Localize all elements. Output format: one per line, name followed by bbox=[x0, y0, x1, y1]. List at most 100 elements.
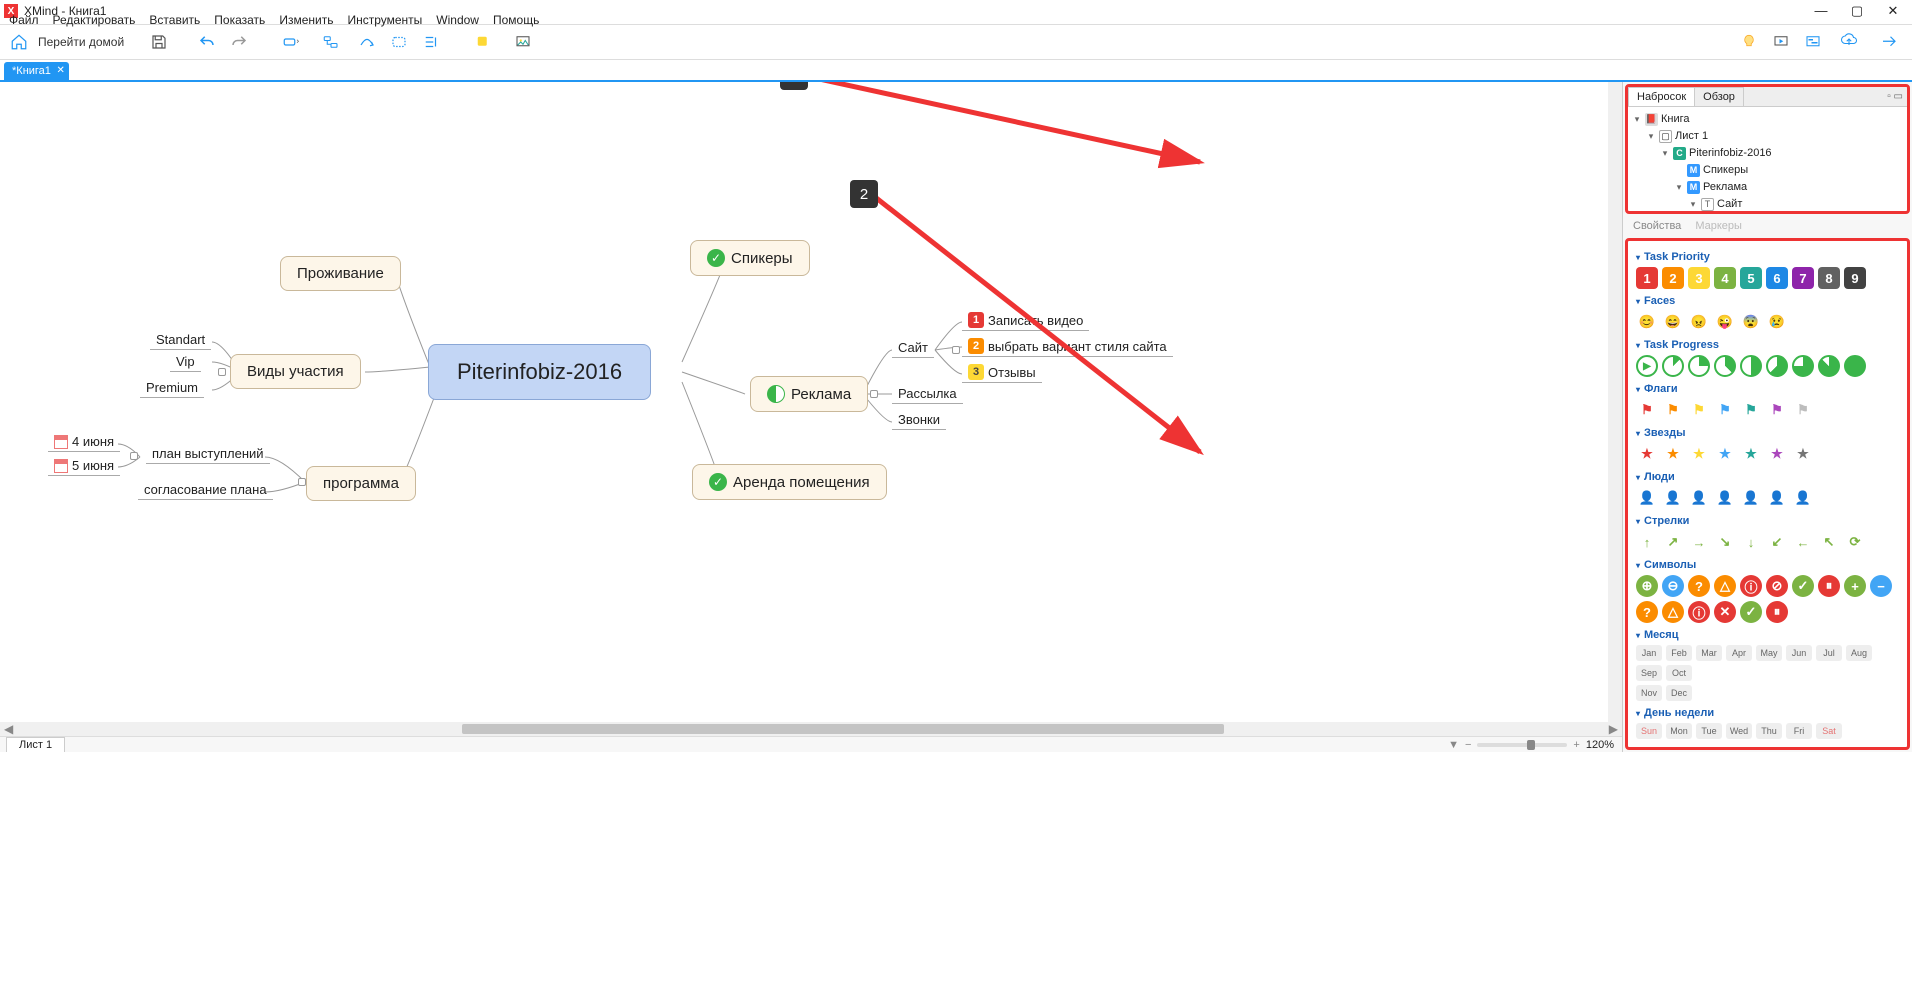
topic-arenda[interactable]: ✓Аренда помещения bbox=[692, 464, 887, 500]
marker-flag-4[interactable]: ⚑ bbox=[1740, 399, 1762, 421]
image-icon[interactable] bbox=[506, 29, 540, 55]
marker-symbol-a2[interactable]: ? bbox=[1688, 575, 1710, 597]
marker-symbol-b1[interactable]: △ bbox=[1662, 601, 1684, 623]
zoom-slider[interactable] bbox=[1477, 743, 1567, 747]
marker-star-3[interactable]: ★ bbox=[1714, 443, 1736, 465]
marker-month-Feb[interactable]: Feb bbox=[1666, 645, 1692, 661]
group-progress[interactable]: Task Progress bbox=[1636, 339, 1899, 351]
filter-icon[interactable]: ▼ bbox=[1448, 739, 1459, 751]
marker-arrow-2[interactable]: → bbox=[1688, 531, 1710, 553]
marker-face-4[interactable]: 😨 bbox=[1740, 311, 1762, 333]
marker-person-2[interactable]: 👤 bbox=[1688, 487, 1710, 509]
marker-priority-3[interactable]: 3 bbox=[1688, 267, 1710, 289]
marker-arrow-6[interactable]: ← bbox=[1792, 531, 1814, 553]
marker-symbol-a8[interactable]: + bbox=[1844, 575, 1866, 597]
zoom-value[interactable]: 120% bbox=[1586, 739, 1614, 751]
central-topic[interactable]: Piterinfobiz-2016 bbox=[428, 344, 651, 400]
tab-markery[interactable]: Маркеры bbox=[1689, 218, 1748, 234]
menu-изменить[interactable]: Изменить bbox=[272, 11, 340, 29]
marker-face-1[interactable]: 😄 bbox=[1662, 311, 1684, 333]
marker-flag-1[interactable]: ⚑ bbox=[1662, 399, 1684, 421]
present-icon[interactable] bbox=[1768, 29, 1794, 55]
marker-priority-7[interactable]: 7 bbox=[1792, 267, 1814, 289]
marker-priority-1[interactable]: 1 bbox=[1636, 267, 1658, 289]
save-icon[interactable] bbox=[146, 29, 172, 55]
horizontal-scrollbar[interactable]: ◀ ▶ bbox=[0, 722, 1622, 736]
upload-icon[interactable] bbox=[1832, 29, 1866, 55]
marker-day-Sat[interactable]: Sat bbox=[1816, 723, 1842, 739]
marker-face-0[interactable]: 😊 bbox=[1636, 311, 1658, 333]
tree-zapisat[interactable]: Записать видео bbox=[1731, 213, 1812, 214]
close-tab-icon[interactable]: ✕ bbox=[57, 65, 65, 76]
tree-sait[interactable]: Сайт bbox=[1717, 196, 1742, 213]
marker-symbol-b5[interactable]: ⏸ bbox=[1766, 601, 1788, 623]
topic-spikery[interactable]: ✓Спикеры bbox=[690, 240, 810, 276]
sub-d5[interactable]: 5 июня bbox=[48, 456, 120, 476]
idea-icon[interactable] bbox=[1736, 29, 1762, 55]
tree-kniga[interactable]: Книга bbox=[1661, 111, 1690, 128]
marker-day-Fri[interactable]: Fri bbox=[1786, 723, 1812, 739]
marker-month-Jul[interactable]: Jul bbox=[1816, 645, 1842, 661]
menu-файл[interactable]: Файл bbox=[2, 11, 46, 29]
marker-month-Sep[interactable]: Sep bbox=[1636, 665, 1662, 681]
marker-priority-9[interactable]: 9 bbox=[1844, 267, 1866, 289]
menu-вставить[interactable]: Вставить bbox=[142, 11, 207, 29]
menu-помощь[interactable]: Помощь bbox=[486, 11, 546, 29]
marker-flag-6[interactable]: ⚑ bbox=[1792, 399, 1814, 421]
marker-symbol-a4[interactable]: ⓘ bbox=[1740, 575, 1762, 597]
marker-arrow-7[interactable]: ↖ bbox=[1818, 531, 1840, 553]
menu-редактировать[interactable]: Редактировать bbox=[46, 11, 143, 29]
marker-day-Mon[interactable]: Mon bbox=[1666, 723, 1692, 739]
group-flags[interactable]: Флаги bbox=[1636, 383, 1899, 395]
marker-symbol-a7[interactable]: ⏸ bbox=[1818, 575, 1840, 597]
marker-month-Apr[interactable]: Apr bbox=[1726, 645, 1752, 661]
marker-progress-4[interactable] bbox=[1740, 355, 1762, 377]
tab-svoistva[interactable]: Свойства bbox=[1627, 218, 1687, 234]
window-maximize[interactable]: ▢ bbox=[1848, 3, 1866, 19]
marker-person-0[interactable]: 👤 bbox=[1636, 487, 1658, 509]
group-symbols[interactable]: Символы bbox=[1636, 559, 1899, 571]
marker-symbol-b0[interactable]: ? bbox=[1636, 601, 1658, 623]
marker-star-4[interactable]: ★ bbox=[1740, 443, 1762, 465]
marker-progress-6[interactable] bbox=[1792, 355, 1814, 377]
group-stars[interactable]: Звезды bbox=[1636, 427, 1899, 439]
sub-soglas[interactable]: согласование плана bbox=[138, 480, 273, 500]
redo-icon[interactable] bbox=[226, 29, 252, 55]
marker-progress-7[interactable] bbox=[1818, 355, 1840, 377]
marker-arrow-8[interactable]: ⟳ bbox=[1844, 531, 1866, 553]
marker-month-Oct[interactable]: Oct bbox=[1666, 665, 1692, 681]
marker-symbol-b3[interactable]: ✕ bbox=[1714, 601, 1736, 623]
group-week[interactable]: День недели bbox=[1636, 707, 1899, 719]
topic-reklama[interactable]: Реклама bbox=[750, 376, 868, 412]
marker-face-2[interactable]: 😠 bbox=[1688, 311, 1710, 333]
marker-flag-5[interactable]: ⚑ bbox=[1766, 399, 1788, 421]
group-people[interactable]: Люди bbox=[1636, 471, 1899, 483]
group-month[interactable]: Месяц bbox=[1636, 629, 1899, 641]
marker-arrow-5[interactable]: ↙ bbox=[1766, 531, 1788, 553]
topic-vidy[interactable]: Виды участия bbox=[230, 354, 361, 389]
marker-arrow-1[interactable]: ↗ bbox=[1662, 531, 1684, 553]
marker-progress-3[interactable] bbox=[1714, 355, 1736, 377]
marker-progress-5[interactable] bbox=[1766, 355, 1788, 377]
marker-arrow-3[interactable]: ↘ bbox=[1714, 531, 1736, 553]
tree-reklama[interactable]: Реклама bbox=[1703, 179, 1747, 196]
topic-programma[interactable]: программа bbox=[306, 466, 416, 501]
marker-day-Thu[interactable]: Thu bbox=[1756, 723, 1782, 739]
group-faces[interactable]: Faces bbox=[1636, 295, 1899, 307]
tree-list1[interactable]: Лист 1 bbox=[1675, 128, 1708, 145]
marker-symbol-a6[interactable]: ✓ bbox=[1792, 575, 1814, 597]
marker-symbol-a3[interactable]: △ bbox=[1714, 575, 1736, 597]
marker-day-Wed[interactable]: Wed bbox=[1726, 723, 1752, 739]
marker-flag-0[interactable]: ⚑ bbox=[1636, 399, 1658, 421]
marker-face-5[interactable]: 😢 bbox=[1766, 311, 1788, 333]
marker-priority-8[interactable]: 8 bbox=[1818, 267, 1840, 289]
marker-priority-6[interactable]: 6 bbox=[1766, 267, 1788, 289]
marker-symbol-a5[interactable]: ⊘ bbox=[1766, 575, 1788, 597]
tab-nabrosok[interactable]: Набросок bbox=[1628, 87, 1695, 106]
home-icon[interactable] bbox=[6, 29, 32, 55]
sheet-tab[interactable]: Лист 1 bbox=[6, 737, 65, 752]
subtopic-icon[interactable] bbox=[314, 29, 348, 55]
tree-spikery[interactable]: Спикеры bbox=[1703, 162, 1748, 179]
sub-premium[interactable]: Premium bbox=[140, 378, 204, 398]
sub-vip[interactable]: Vip bbox=[170, 352, 201, 372]
